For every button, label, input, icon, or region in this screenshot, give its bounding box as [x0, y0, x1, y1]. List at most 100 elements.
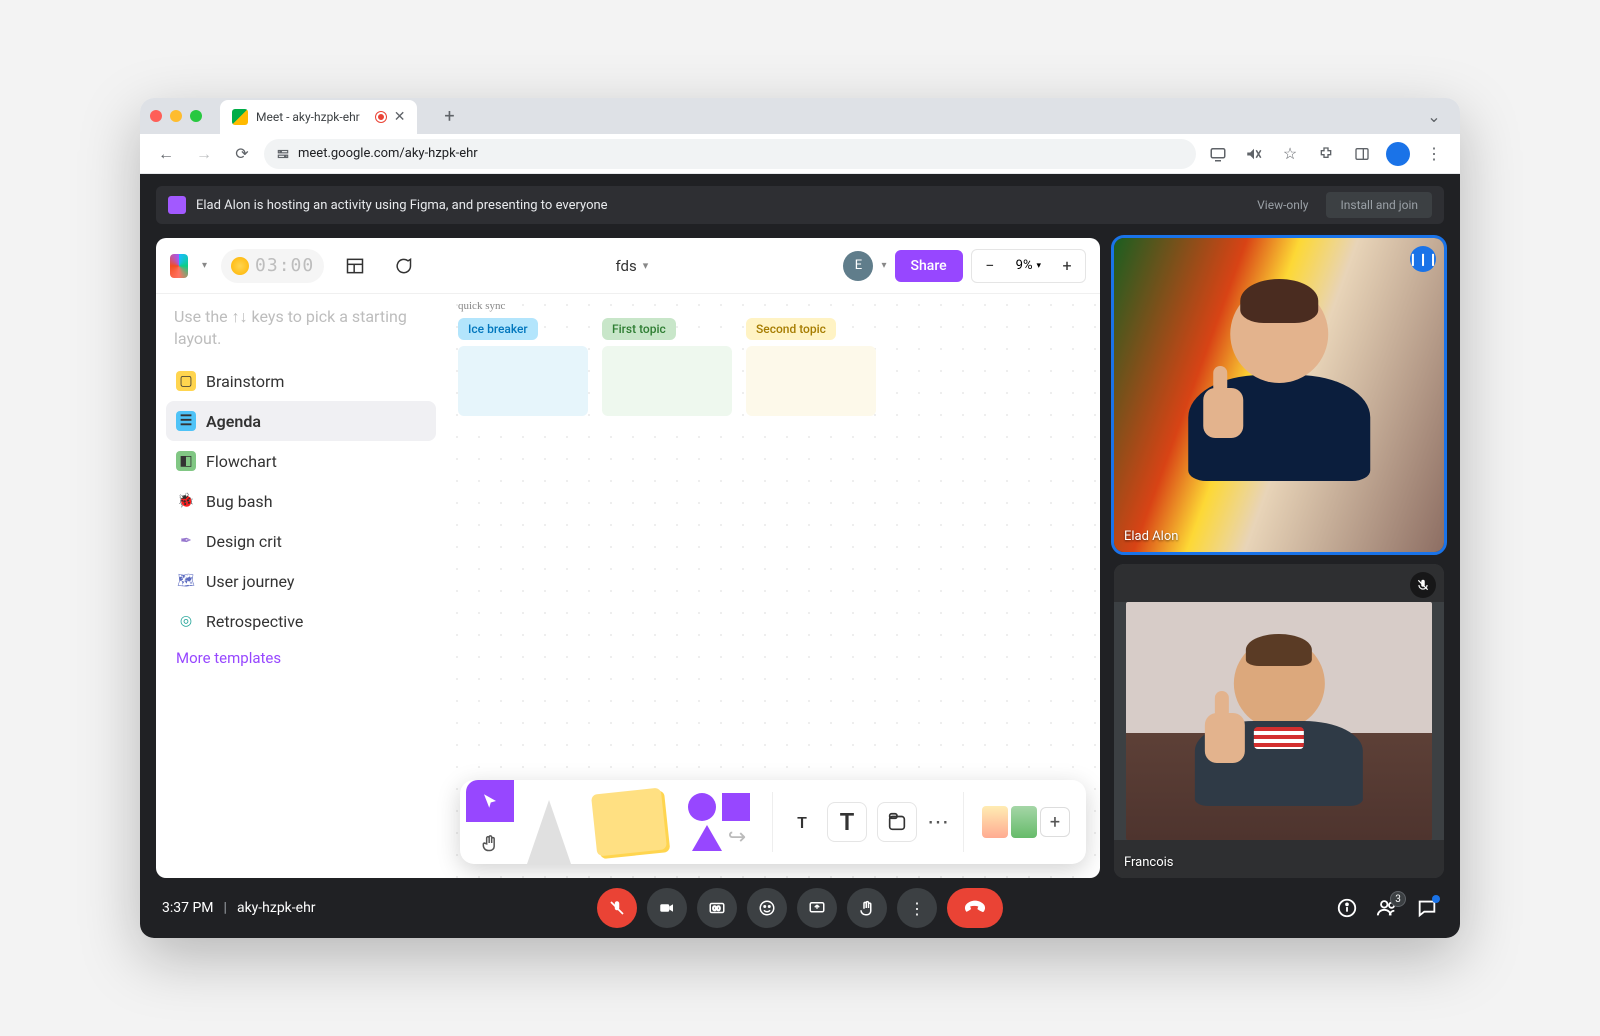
figma-menu-chevron-icon[interactable]: ▾ [202, 260, 207, 271]
agenda-icon: ☰ [176, 411, 196, 431]
site-settings-icon[interactable] [276, 147, 290, 161]
recording-indicator-icon [376, 112, 386, 122]
forward-button[interactable]: → [188, 138, 220, 170]
template-brainstorm[interactable]: ▢Brainstorm [166, 361, 436, 401]
activity-banner: Elad Alon is hosting an activity using F… [156, 186, 1444, 224]
view-only-label: View-only [1249, 194, 1316, 216]
close-window-button[interactable] [150, 110, 162, 122]
screen-share-icon[interactable] [1202, 138, 1234, 170]
people-button[interactable]: 3 [1376, 897, 1398, 919]
template-flowchart[interactable]: ◧Flowchart [166, 441, 436, 481]
new-tab-button[interactable]: + [435, 102, 463, 130]
figma-logo-icon[interactable] [170, 254, 188, 278]
add-stamp-button[interactable]: + [1040, 807, 1070, 837]
zoom-control: − 9%▾ + [971, 249, 1086, 283]
back-button[interactable]: ← [150, 138, 182, 170]
people-count-badge: 3 [1390, 891, 1406, 907]
target-icon: ◎ [176, 611, 196, 631]
meeting-details-button[interactable] [1336, 897, 1358, 919]
more-tools-button[interactable]: ⋯ [927, 810, 949, 835]
captions-button[interactable]: CC [697, 888, 737, 928]
sticky-note-tool[interactable] [591, 788, 667, 857]
more-options-button[interactable]: ⋮ [897, 888, 937, 928]
template-userjourney[interactable]: 🗺User journey [166, 561, 436, 601]
agenda-col-second[interactable]: Second topic [746, 318, 876, 416]
bug-icon: 🐞 [176, 491, 196, 511]
marker-tool[interactable] [527, 800, 571, 864]
share-button[interactable]: Share [895, 250, 963, 282]
stamp-2[interactable] [1011, 806, 1037, 838]
presentation-panel: ▾ 03:00 fds ▾ E ▾ Share [156, 238, 1100, 878]
maximize-window-button[interactable] [190, 110, 202, 122]
section-tool[interactable] [877, 802, 917, 842]
stamp-1[interactable] [982, 806, 1008, 838]
zoom-in-button[interactable]: + [1049, 256, 1085, 275]
microphone-button[interactable] [597, 888, 637, 928]
speaking-indicator-icon: ❙❙❙ [1410, 246, 1436, 272]
layout-icon[interactable] [338, 249, 372, 283]
triangle-icon [692, 825, 722, 851]
present-button[interactable] [797, 888, 837, 928]
tab-title: Meet - aky-hzpk-ehr [256, 110, 360, 124]
stamps-group: + [972, 806, 1080, 838]
agenda-col-first[interactable]: First topic [602, 318, 732, 416]
extensions-icon[interactable] [1310, 138, 1342, 170]
shape-tool[interactable]: ↪ [688, 793, 750, 851]
text-size-small-icon[interactable]: T [787, 807, 817, 837]
reload-button[interactable]: ⟳ [226, 138, 258, 170]
bookmark-icon[interactable]: ☆ [1274, 138, 1306, 170]
timer[interactable]: 03:00 [221, 249, 324, 283]
pen-icon: ✒ [176, 531, 196, 551]
banner-text: Elad Alon is hosting an activity using F… [196, 198, 608, 213]
traffic-lights [150, 110, 202, 122]
browser-tab[interactable]: Meet - aky-hzpk-ehr ✕ [220, 100, 417, 134]
figma-canvas[interactable]: quick sync Ice breaker First topic Secon… [446, 294, 1100, 878]
timer-star-icon [231, 257, 249, 275]
figma-body: Use the ↑↓ keys to pick a starting layou… [156, 294, 1100, 878]
meet-bottom-bar: 3:37 PM | aky-hzpk-ehr CC ⋮ 3 [140, 878, 1460, 938]
text-tool[interactable]: T [827, 802, 867, 842]
titlebar: Meet - aky-hzpk-ehr ✕ + ⌄ [140, 98, 1460, 134]
chat-button[interactable] [1416, 897, 1438, 919]
profile-avatar[interactable] [1382, 138, 1414, 170]
template-agenda[interactable]: ☰Agenda [166, 401, 436, 441]
participant-name: Elad Alon [1124, 529, 1178, 544]
tabs-dropdown-button[interactable]: ⌄ [1418, 100, 1450, 132]
agenda-columns: Ice breaker First topic Second topic [458, 318, 876, 416]
participant-tile-francois[interactable]: Francois [1114, 564, 1444, 878]
template-retro[interactable]: ◎Retrospective [166, 601, 436, 641]
doc-title[interactable]: fds ▾ [434, 257, 829, 275]
hand-tool[interactable] [466, 822, 514, 864]
select-tool[interactable] [466, 780, 514, 822]
side-panel-icon[interactable] [1346, 138, 1378, 170]
zoom-out-button[interactable]: − [972, 256, 1008, 275]
url-text: meet.google.com/aky-hzpk-ehr [298, 146, 478, 161]
browser-menu-button[interactable]: ⋮ [1418, 138, 1450, 170]
template-sidebar: Use the ↑↓ keys to pick a starting layou… [156, 294, 446, 878]
tab-close-button[interactable]: ✕ [394, 109, 406, 125]
zoom-level[interactable]: 9%▾ [1008, 258, 1049, 273]
map-icon: 🗺 [176, 571, 196, 591]
figma-icon [168, 196, 186, 214]
address-bar[interactable]: meet.google.com/aky-hzpk-ehr [264, 139, 1196, 169]
minimize-window-button[interactable] [170, 110, 182, 122]
install-join-button[interactable]: Install and join [1326, 192, 1432, 218]
avatar-chevron-icon[interactable]: ▾ [881, 260, 886, 271]
reactions-button[interactable] [747, 888, 787, 928]
more-templates-link[interactable]: More templates [166, 641, 436, 675]
comment-icon[interactable] [386, 249, 420, 283]
raise-hand-button[interactable] [847, 888, 887, 928]
collaborator-avatar[interactable]: E [843, 251, 873, 281]
camera-button[interactable] [647, 888, 687, 928]
flowchart-icon: ◧ [176, 451, 196, 471]
meet-favicon-icon [232, 109, 248, 125]
circle-icon [688, 793, 716, 821]
participant-tiles: ❙❙❙ Elad Alon Francois [1114, 238, 1444, 878]
template-designcrit[interactable]: ✒Design crit [166, 521, 436, 561]
meeting-info: 3:37 PM | aky-hzpk-ehr [162, 900, 316, 916]
agenda-col-ice[interactable]: Ice breaker [458, 318, 588, 416]
template-bugbash[interactable]: 🐞Bug bash [166, 481, 436, 521]
leave-call-button[interactable] [947, 888, 1003, 928]
participant-tile-elad[interactable]: ❙❙❙ Elad Alon [1114, 238, 1444, 552]
mute-tab-icon[interactable] [1238, 138, 1270, 170]
